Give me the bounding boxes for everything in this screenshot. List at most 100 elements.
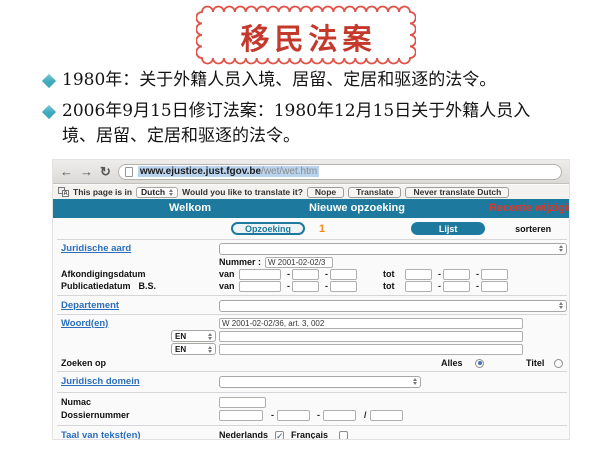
divider: [57, 371, 567, 372]
departement-row: Departement: [53, 299, 569, 312]
nederlands-label: Nederlands: [219, 430, 268, 440]
date-input[interactable]: [443, 269, 470, 280]
numac-input[interactable]: [219, 397, 266, 408]
juridische-aard-link[interactable]: Juridische aard: [61, 243, 131, 254]
reload-icon[interactable]: ↻: [100, 165, 111, 178]
date-input[interactable]: [481, 269, 508, 280]
back-icon[interactable]: ←: [60, 165, 73, 178]
woorden-operator-row: EN: [53, 330, 569, 342]
diamond-bullet-icon: [42, 74, 56, 88]
list-item: 2006年9月15日修订法案：1980年12月15日关于外籍人员入境、居留、定居…: [44, 99, 564, 149]
tot-label: tot: [383, 281, 395, 291]
dossier-input[interactable]: [323, 410, 356, 421]
numac-row: Numac: [53, 396, 569, 408]
titel-radio[interactable]: [554, 359, 563, 368]
date-input[interactable]: [239, 281, 281, 292]
date-input[interactable]: [405, 281, 432, 292]
divider: [57, 314, 567, 315]
nav-welkom[interactable]: Welkom: [169, 202, 211, 214]
juridisch-domein-link[interactable]: Juridisch domein: [61, 376, 140, 387]
date-input[interactable]: [330, 281, 357, 292]
van-label: van: [219, 269, 235, 279]
date-input[interactable]: [330, 269, 357, 280]
browser-screenshot: ← → ↻ www.ejustice.just.fgov.be/wet/wet.…: [52, 159, 570, 440]
juridisch-domein-row: Juridisch domein: [53, 375, 569, 388]
date-input[interactable]: [443, 281, 470, 292]
taal-link[interactable]: Taal van tekst(en): [61, 430, 141, 441]
departement-link[interactable]: Departement: [61, 300, 119, 311]
zoeken-op-row: Zoeken op Alles Titel: [53, 357, 569, 369]
zoeken-op-label: Zoeken op: [61, 358, 106, 368]
titel-label: Titel: [526, 358, 544, 368]
woorden-input-3[interactable]: [219, 344, 523, 355]
page-icon: [125, 167, 133, 177]
language-select[interactable]: Dutch: [136, 187, 178, 198]
woorden-input[interactable]: [219, 318, 523, 329]
opzoeking-tab[interactable]: Opzoeking: [231, 222, 305, 235]
nummer-row: Nummer :: [53, 256, 569, 268]
juridische-aard-select[interactable]: [219, 243, 567, 255]
dossier-input[interactable]: [370, 410, 403, 421]
page-title: 移民法案: [196, 15, 416, 59]
nav-recente-wijzigingen[interactable]: Recente wijzigingen: [489, 202, 569, 214]
divider: [57, 425, 567, 426]
woorden-operator-row: EN: [53, 343, 569, 355]
juridische-aard-row: Juridische aard: [53, 242, 569, 255]
select-arrows-icon: [559, 245, 563, 252]
sorteren-label: sorteren: [515, 224, 551, 234]
url-text[interactable]: www.ejustice.just.fgov.be/wet/wet.htm: [138, 166, 319, 177]
nederlands-checkbox[interactable]: ✓: [275, 431, 284, 440]
juridisch-domein-select[interactable]: [219, 376, 421, 388]
language-value: Dutch: [141, 187, 165, 197]
lijst-button[interactable]: Lijst: [411, 222, 485, 235]
date-input[interactable]: [481, 281, 508, 292]
francais-checkbox[interactable]: [339, 431, 348, 440]
francais-label: Français: [291, 430, 328, 440]
nav-nieuwe-opzoeking[interactable]: Nieuwe opzoeking: [309, 202, 405, 214]
woorden-link[interactable]: Woord(en): [61, 318, 108, 329]
site-nav-bar: Welkom Nieuwe opzoeking Recente wijzigin…: [53, 199, 569, 218]
en-operator-select[interactable]: EN: [171, 343, 216, 355]
departement-select[interactable]: [219, 300, 567, 312]
translate-button[interactable]: Translate: [348, 187, 401, 198]
divider: [57, 295, 567, 296]
select-arrows-icon: [208, 346, 212, 353]
title-bubble: 移民法案: [196, 5, 416, 65]
bullet-text: 1980年：关于外籍人员入境、居留、定居和驱逐的法令。: [62, 68, 558, 93]
forward-icon[interactable]: →: [80, 165, 93, 178]
afkondigingsdatum-label: Afkondigingsdatum: [61, 269, 146, 279]
dossiernummer-label: Dossiernummer: [61, 410, 130, 420]
woorden-input-2[interactable]: [219, 331, 523, 342]
nummer-label: Nummer :: [219, 257, 261, 267]
numac-label: Numac: [61, 397, 91, 407]
en-operator-select[interactable]: EN: [171, 330, 216, 342]
date-input[interactable]: [292, 269, 319, 280]
form-toolbar-row: Opzoeking 1 Lijst sorteren: [53, 221, 569, 236]
page-number[interactable]: 1: [319, 223, 325, 235]
publicatiedatum-label: Publicatiedatum: [61, 281, 131, 291]
dossier-input[interactable]: [219, 410, 263, 421]
alles-label: Alles: [441, 358, 463, 368]
translate-bar-label: This page is in: [73, 187, 132, 197]
afkondigingsdatum-row: Afkondigingsdatum van - - tot - -: [53, 268, 569, 280]
divider: [57, 392, 567, 393]
dossier-input[interactable]: [277, 410, 310, 421]
date-input[interactable]: [239, 269, 281, 280]
date-input[interactable]: [405, 269, 432, 280]
bs-label: B.S.: [139, 281, 157, 291]
dossiernummer-row: Dossiernummer - - /: [53, 409, 569, 421]
translate-icon: A: [58, 187, 69, 197]
url-bar[interactable]: www.ejustice.just.fgov.be/wet/wet.htm: [118, 164, 562, 180]
nummer-input[interactable]: [265, 257, 333, 268]
list-item: 1980年：关于外籍人员入境、居留、定居和驱逐的法令。: [44, 68, 564, 93]
tot-label: tot: [383, 269, 395, 279]
slide: 移民法案 1980年：关于外籍人员入境、居留、定居和驱逐的法令。 2006年9月…: [0, 0, 600, 450]
never-translate-button[interactable]: Never translate Dutch: [405, 187, 509, 198]
alles-radio[interactable]: [475, 359, 484, 368]
bullet-list: 1980年：关于外籍人员入境、居留、定居和驱逐的法令。 2006年9月15日修订…: [44, 68, 564, 155]
browser-toolbar: ← → ↻ www.ejustice.just.fgov.be/wet/wet.…: [53, 160, 569, 184]
diamond-bullet-icon: [42, 105, 56, 119]
woorden-row: Woord(en): [53, 317, 569, 329]
nope-button[interactable]: Nope: [307, 187, 344, 198]
date-input[interactable]: [292, 281, 319, 292]
